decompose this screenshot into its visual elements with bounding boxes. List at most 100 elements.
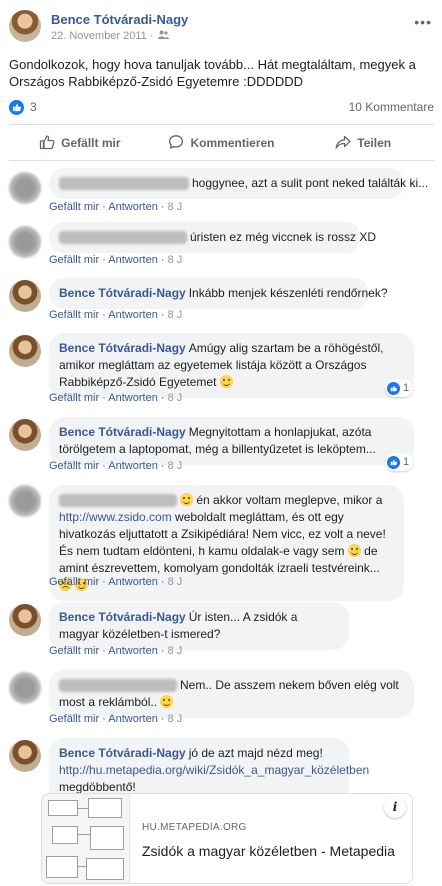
link-preview-domain: HU.METAPEDIA.ORG: [142, 822, 247, 833]
comment-author[interactable]: Bence Tótváradi-Nagy: [59, 425, 186, 439]
comment-time[interactable]: 8 J: [168, 309, 183, 321]
comment-count[interactable]: 10 Kommentare: [349, 100, 434, 114]
like-reaction-icon: [387, 381, 400, 395]
comment-reply-link[interactable]: Antworten: [108, 645, 158, 657]
comment-bubble: Bence Tótváradi-Nagy Megnyitottam a honla…: [49, 417, 414, 465]
author-avatar[interactable]: [9, 10, 41, 42]
comment-time[interactable]: 8 J: [168, 201, 183, 213]
comment-like-link[interactable]: Gefällt mir: [49, 201, 99, 213]
comment-actions: Gefällt mir · Antworten · 8 J: [49, 309, 183, 321]
comment-bubble: Nem.. De asszem nekem bőven elég volt mo…: [49, 670, 414, 718]
comment-like-link[interactable]: Gefällt mir: [49, 309, 99, 321]
like-reaction-icon: [9, 99, 24, 115]
comment-icon: [168, 134, 184, 153]
reaction-summary: 3 10 Kommentare: [9, 98, 434, 116]
redacted-commenter-name: [59, 494, 177, 508]
comment-actions: Gefällt mir · Antworten · 8 J: [49, 201, 183, 213]
comment-reply-link[interactable]: Antworten: [108, 309, 158, 321]
commenter-avatar-redacted[interactable]: [9, 172, 41, 204]
comment-button-label: Kommentieren: [190, 136, 275, 150]
comment-text-part: én akkor voltam meglepve, mikor a: [193, 493, 383, 507]
comment-text: hoggynee, azt a sulit pont neked találtá…: [192, 176, 429, 190]
comment-link[interactable]: http://www.zsido.com: [59, 510, 172, 524]
comment-author[interactable]: Bence Tótváradi-Nagy: [59, 746, 186, 760]
smile-emoji: [347, 544, 361, 557]
comment-reaction-badge[interactable]: 1: [385, 453, 414, 471]
smile-emoji: [160, 695, 174, 708]
friends-audience-icon: [157, 30, 169, 42]
commenter-avatar[interactable]: [9, 335, 41, 367]
commenter-avatar[interactable]: [9, 740, 41, 772]
share-button[interactable]: Teilen: [292, 127, 434, 159]
like-reaction-icon: [387, 455, 400, 469]
comment-actions: Gefällt mir · Antworten · 8 J: [49, 254, 183, 266]
comment-like-link[interactable]: Gefällt mir: [49, 460, 99, 472]
share-button-label: Teilen: [357, 136, 392, 150]
comment-like-link[interactable]: Gefällt mir: [49, 392, 99, 404]
commenter-avatar-redacted[interactable]: [9, 485, 41, 517]
comment-actions: Gefällt mir · Antworten · 8 J: [49, 392, 183, 404]
comment-reply-link[interactable]: Antworten: [108, 576, 158, 588]
comment-bubble: úristen ez még viccnek is rossz XD: [49, 222, 376, 253]
comment-reaction-count: 1: [403, 382, 410, 394]
post-date[interactable]: 22. November 2011 ·: [51, 30, 154, 42]
comment-like-link[interactable]: Gefällt mir: [49, 645, 99, 657]
comment-reply-link[interactable]: Antworten: [108, 392, 158, 404]
post-author[interactable]: Bence Tótváradi-Nagy: [51, 12, 188, 27]
comment-text: úristen ez még viccnek is rossz XD: [190, 230, 377, 244]
comment-time[interactable]: 8 J: [168, 392, 183, 404]
comment-like-link[interactable]: Gefällt mir: [49, 713, 99, 725]
link-preview-title: Zsidók a magyar közéletben - Metapedia: [142, 843, 395, 859]
like-button-label: Gefällt mir: [61, 136, 121, 150]
comment-time[interactable]: 8 J: [168, 460, 183, 472]
comment-time[interactable]: 8 J: [168, 254, 183, 266]
commenter-avatar[interactable]: [9, 604, 41, 636]
comment-reply-link[interactable]: Antworten: [108, 713, 158, 725]
post-actions: Gefällt mir Kommentieren Teilen: [9, 127, 434, 159]
comment-author[interactable]: Bence Tótváradi-Nagy: [59, 286, 186, 300]
comment-time[interactable]: 8 J: [168, 576, 183, 588]
reaction-count-group[interactable]: 3: [9, 99, 37, 115]
info-icon[interactable]: i: [384, 796, 406, 818]
comment-text-part: megdöbbentő!: [59, 780, 136, 794]
more-options-icon[interactable]: •••: [414, 14, 432, 30]
post-meta: 22. November 2011 ·: [51, 30, 169, 42]
commenter-avatar-redacted[interactable]: [9, 672, 41, 704]
comment-bubble: hoggynee, azt a sulit pont neked találtá…: [49, 168, 428, 199]
comment-author[interactable]: Bence Tótváradi-Nagy: [59, 341, 186, 355]
comment-text: Inkább menjek készenléti rendőrnek?: [188, 286, 388, 300]
comment-link[interactable]: http://hu.metapedia.org/wiki/Zsidók_a_ma…: [59, 763, 369, 777]
comment-bubble: Bence Tótváradi-Nagy Úr isten... A zsidók…: [49, 602, 349, 650]
redacted-commenter-name: [59, 679, 177, 693]
post-text: Gondolkozok, hogy hova tanuljak tovább..…: [9, 57, 416, 89]
comment-bubble: Bence Tótváradi-Nagy Inkább menjek készen…: [49, 278, 388, 309]
redacted-commenter-name: [59, 177, 189, 191]
like-button[interactable]: Gefällt mir: [9, 127, 151, 159]
comment-reply-link[interactable]: Antworten: [108, 254, 158, 266]
divider: [9, 160, 434, 161]
post-header: Bence Tótváradi-Nagy 22. November 2011 ·…: [0, 0, 442, 50]
comment-like-link[interactable]: Gefällt mir: [49, 576, 99, 588]
commenter-avatar-redacted[interactable]: [9, 226, 41, 258]
comment-actions: Gefällt mir · Antworten · 8 J: [49, 713, 183, 725]
link-preview-card[interactable]: HU.METAPEDIA.ORG Zsidók a magyar közélet…: [41, 793, 413, 884]
comment-reaction-count: 1: [403, 456, 410, 468]
comment-time[interactable]: 8 J: [168, 713, 183, 725]
comment-like-link[interactable]: Gefällt mir: [49, 254, 99, 266]
comment-author[interactable]: Bence Tótváradi-Nagy: [59, 610, 186, 624]
comment-button[interactable]: Kommentieren: [151, 127, 293, 159]
comment-reply-link[interactable]: Antworten: [108, 201, 158, 213]
commenter-avatar[interactable]: [9, 280, 41, 312]
thumbs-up-icon: [39, 134, 55, 153]
commenter-avatar[interactable]: [9, 419, 41, 451]
comment-actions: Gefällt mir · Antworten · 8 J: [49, 576, 183, 588]
smile-emoji: [180, 493, 193, 506]
reaction-count: 3: [30, 100, 37, 114]
comment-actions: Gefällt mir · Antworten · 8 J: [49, 645, 183, 657]
comment-bubble: Bence Tótváradi-Nagy Amúgy alig szartam b…: [49, 333, 414, 398]
comment-reply-link[interactable]: Antworten: [108, 460, 158, 472]
comment-reaction-badge[interactable]: 1: [385, 379, 414, 397]
divider: [9, 124, 434, 125]
redacted-commenter-name: [59, 231, 187, 245]
comment-time[interactable]: 8 J: [168, 645, 183, 657]
